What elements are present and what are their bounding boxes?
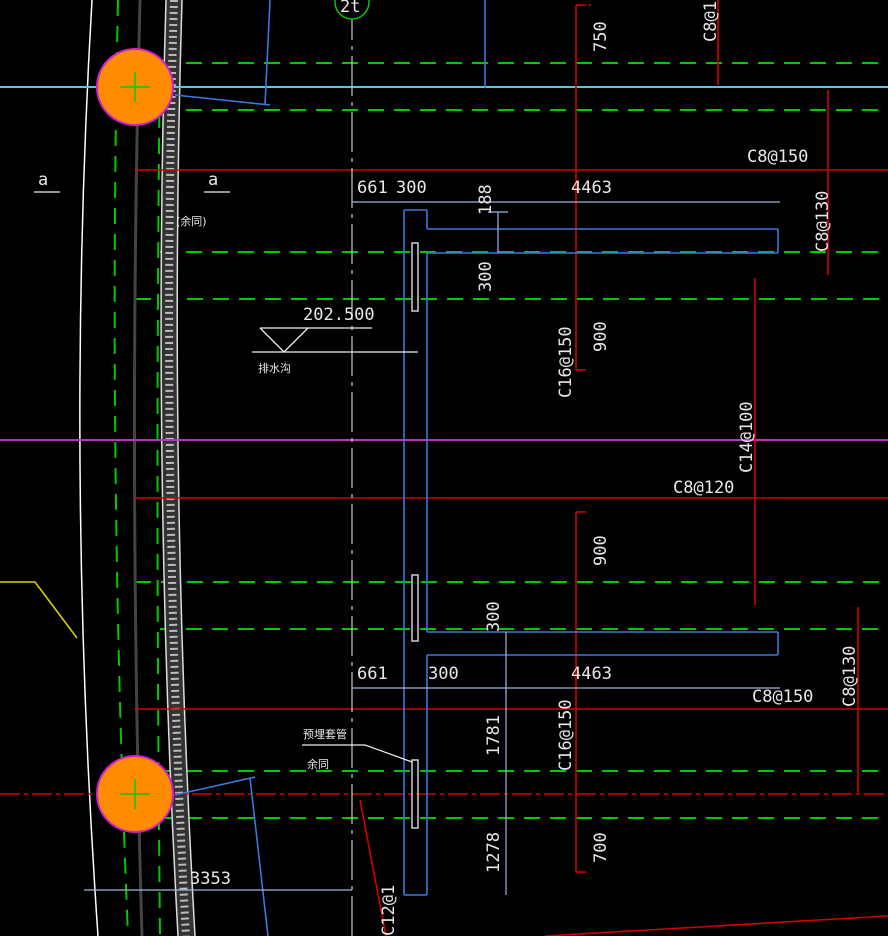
grid-bubble-label: 2t <box>340 0 360 17</box>
blue-structure <box>174 0 779 936</box>
rebar-c8-130-low: C8@130 <box>840 646 860 707</box>
dim-900-mid: 900 <box>591 535 611 566</box>
dim-4463-low: 4463 <box>571 664 612 684</box>
embed-note-line1: 预埋套管 <box>303 727 347 741</box>
rebar-c8-cut-top: C8@13 <box>701 0 721 42</box>
elevation-marker <box>252 327 418 353</box>
dim-300-v: 300 <box>476 261 496 292</box>
rebar-c8-120: C8@120 <box>673 478 734 498</box>
elevation-label: 排水沟 <box>258 361 291 375</box>
dim-1278: 1278 <box>484 832 504 873</box>
rebar-c14-100: C14@100 <box>737 401 757 473</box>
cad-drawing: 2t a a (余同) 202.500 排水沟 预埋套管 余同 661 300 … <box>0 0 888 936</box>
section-mark-left: a <box>38 170 48 190</box>
dim-1781: 1781 <box>484 715 504 756</box>
rebar-c16-150-top: C16@150 <box>556 326 576 398</box>
cad-drawing-canvas[interactable]: 2t a a (余同) 202.500 排水沟 预埋套管 余同 661 300 … <box>0 0 888 936</box>
rebar-c8-130-top: C8@130 <box>813 191 833 252</box>
dim-661-top: 661 <box>357 178 388 198</box>
dim-700: 700 <box>591 832 611 863</box>
embedded-sleeves <box>411 242 419 829</box>
dim-188: 188 <box>476 184 496 215</box>
rebar-c8-150-top: C8@150 <box>747 147 808 167</box>
section-mark-right: a <box>208 170 218 190</box>
dim-300-top: 300 <box>396 178 427 198</box>
dim-3353: 3353 <box>190 869 231 889</box>
dim-900-top: 900 <box>591 321 611 352</box>
dim-300-low: 300 <box>484 601 504 632</box>
embed-note-line2: 余同 <box>307 757 329 771</box>
rebar-c8-150-low: C8@150 <box>752 687 813 707</box>
rebar-c12-cut: C12@1 <box>379 885 399 936</box>
dim-750: 750 <box>591 21 611 52</box>
green-dashed-lines <box>113 0 888 936</box>
grid-bubble: 2t <box>334 0 370 20</box>
yellow-line <box>0 581 78 639</box>
note-same: (余同) <box>176 214 207 228</box>
outer-wall-line <box>79 0 99 936</box>
dim-661-low: 661 <box>357 664 388 684</box>
dim-4463-top: 4463 <box>571 178 612 198</box>
dim-300-low-h: 300 <box>428 664 459 684</box>
elevation-value: 202.500 <box>303 305 375 325</box>
rebar-c16-150-low: C16@150 <box>556 699 576 771</box>
